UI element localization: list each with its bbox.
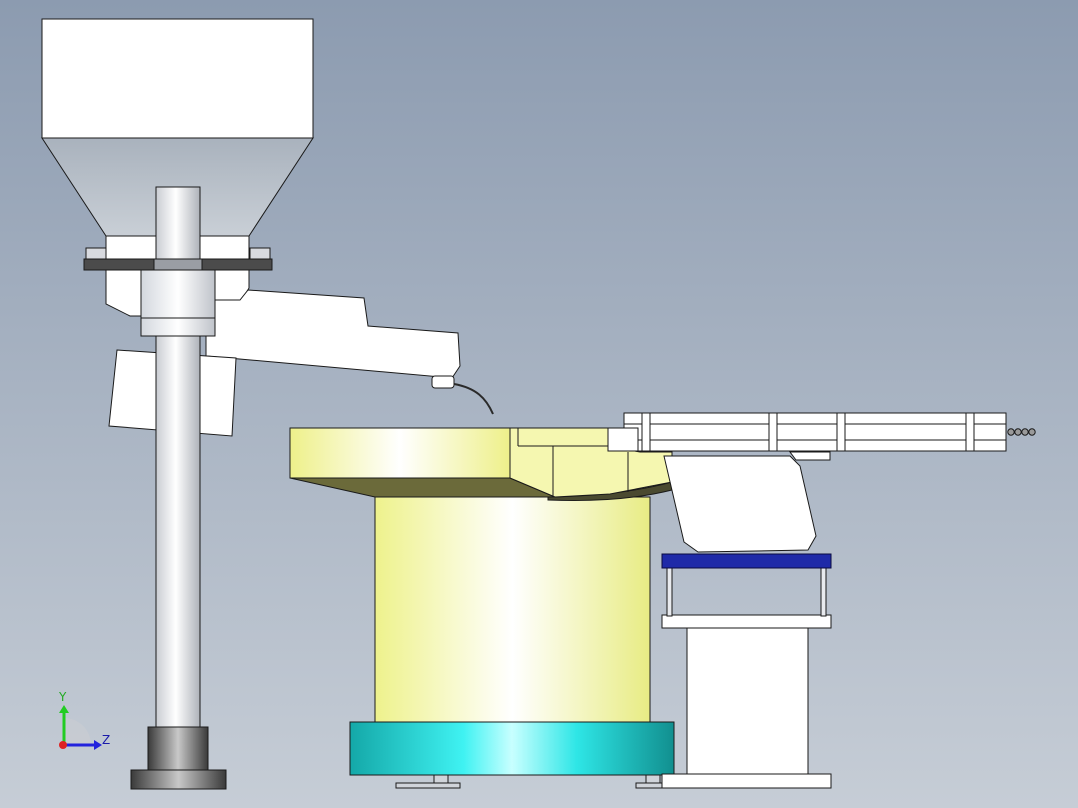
track-clamp-1 [641, 412, 651, 452]
triad-origin [59, 741, 67, 749]
bowl-drive-drum[interactable] [374, 496, 651, 724]
standoff-left [666, 567, 673, 617]
linear-feeder-bracket[interactable] [663, 455, 817, 553]
y-axis-label: Y [58, 690, 67, 704]
track-clamp-3 [836, 412, 846, 452]
bowl-base-ring[interactable] [349, 721, 675, 776]
pedestal-base-plate[interactable] [661, 773, 832, 789]
column-base-plate[interactable] [130, 769, 227, 790]
bracket-clip [789, 451, 831, 461]
bowl-foot-left [433, 774, 449, 784]
linear-feeder-track[interactable] [623, 412, 1007, 452]
column-base[interactable] [147, 726, 209, 772]
support-pedestal[interactable] [686, 626, 809, 776]
column-collar[interactable] [140, 269, 216, 337]
sensor-head[interactable] [431, 375, 455, 389]
vibratory-bowl[interactable] [289, 427, 511, 479]
z-axis-label: Z [102, 733, 110, 747]
pedestal-top-plate[interactable] [661, 614, 832, 629]
track-clamp-4 [965, 412, 975, 452]
bowl-foot-right [645, 774, 661, 784]
hopper-box[interactable] [41, 18, 314, 139]
cad-viewport[interactable]: Y Z [0, 0, 1078, 808]
flange-bolt-left [85, 247, 107, 260]
flange-bolt-right [249, 247, 271, 260]
assembly-drawing: Y Z [0, 0, 1078, 808]
standoff-right [820, 567, 827, 617]
track-clamp-2 [768, 412, 778, 452]
track-entry [607, 427, 639, 452]
column-flange-ring [153, 258, 203, 271]
bowl-foot-pad-left [395, 782, 461, 789]
blue-mount-plate[interactable] [661, 553, 832, 569]
